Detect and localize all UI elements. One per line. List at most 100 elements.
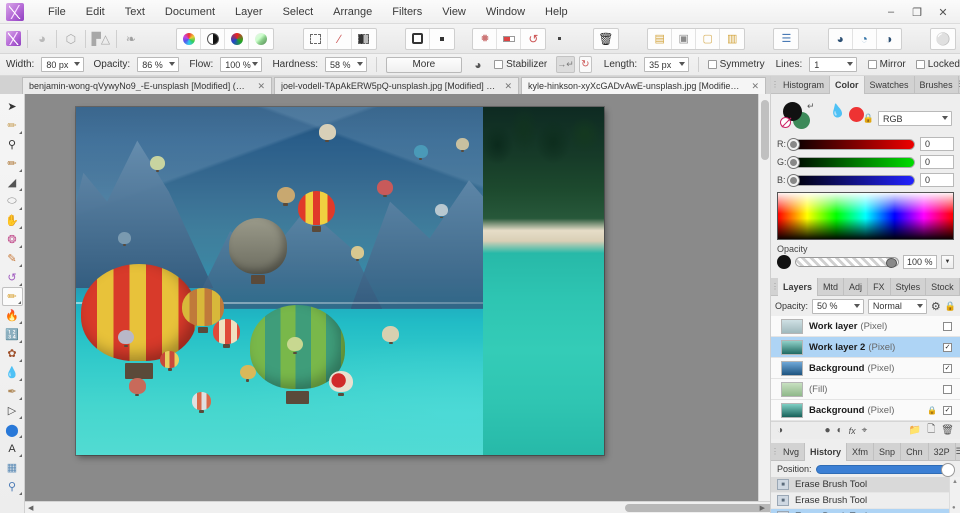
artistic-text-tool[interactable]: A	[2, 439, 23, 458]
delete-icon[interactable]: 🗑	[594, 29, 618, 49]
artboard[interactable]	[76, 107, 604, 455]
mesh-warp-tool[interactable]: ▦	[2, 458, 23, 477]
canvas-area[interactable]	[25, 94, 770, 513]
menu-item-arrange[interactable]: Arrange	[323, 3, 382, 21]
color-opacity-slider[interactable]	[795, 257, 899, 268]
more-options-icon[interactable]	[551, 28, 567, 50]
opacity-input[interactable]: 86 %	[137, 57, 180, 72]
menu-item-edit[interactable]: Edit	[76, 3, 115, 21]
color-spectrum-picker[interactable]	[777, 192, 954, 240]
menu-item-help[interactable]: Help	[535, 3, 578, 21]
symmetry-checkbox[interactable]: Symmetry	[707, 59, 765, 70]
merge-shapes-icon[interactable]: ◕	[829, 28, 853, 49]
tab-color[interactable]: Color	[830, 75, 865, 94]
channel-slider-b[interactable]	[788, 174, 915, 186]
locked-checkbox[interactable]: Locked	[915, 59, 960, 70]
live-filter-layer-icon[interactable]: ◐	[837, 425, 843, 436]
layer-row-work-layer-2[interactable]: Work layer 2 (Pixel) ✓	[771, 337, 960, 358]
selection-brush-tool[interactable]: ✋	[2, 211, 23, 230]
marquee-select-icon[interactable]	[304, 28, 328, 49]
rope-stabilizer-icon[interactable]: →↵	[556, 56, 575, 73]
paint-brush-tool[interactable]: ✏	[2, 154, 23, 173]
mask-layer-icon[interactable]: ◑	[777, 425, 783, 436]
tab-snapshots[interactable]: Snp	[874, 442, 902, 461]
menu-item-text[interactable]: Text	[115, 3, 155, 21]
new-layer-icon[interactable]: 🗋	[927, 422, 935, 439]
gear-icon[interactable]: ⚙	[931, 300, 941, 313]
adjustments-icon[interactable]	[201, 28, 226, 49]
undo-brush-tool[interactable]: ↺	[2, 268, 23, 287]
tab-stock[interactable]: Stock	[926, 277, 960, 296]
tab-fx[interactable]: FX	[868, 277, 891, 296]
maximize-button[interactable]: ❐	[904, 0, 930, 24]
layer-effects-icon[interactable]: fx	[849, 426, 856, 436]
color-picker-bar-icon[interactable]	[497, 28, 522, 49]
tone-mapping-persona-icon[interactable]: ▛△	[92, 28, 110, 50]
menu-item-filters[interactable]: Filters	[382, 3, 432, 21]
lines-input[interactable]: 1	[809, 57, 857, 72]
tab-navigator[interactable]: Nvg	[778, 442, 806, 461]
canvas-horizontal-scrollbar[interactable]: ◀ ▶	[25, 501, 855, 513]
menu-item-select[interactable]: Select	[273, 3, 324, 21]
move-to-back-icon[interactable]: ▥	[720, 29, 744, 49]
mask-icon[interactable]	[249, 29, 273, 49]
tab-layers[interactable]: Layers	[778, 277, 819, 296]
snapping-icon[interactable]: ✹	[473, 28, 498, 49]
document-tab-1[interactable]: benjamin-wong-qVywyNo9_-E-unsplash [Modi…	[22, 77, 272, 94]
flood-select-tool[interactable]: ❂	[2, 230, 23, 249]
more-button[interactable]: More	[385, 56, 462, 73]
live-filters-icon[interactable]	[225, 28, 250, 49]
hardness-input[interactable]: 58 %	[325, 57, 368, 72]
zoom-tool[interactable]: ⚲	[2, 477, 23, 496]
delete-layer-icon[interactable]: 🗑	[941, 425, 954, 436]
develop-persona-icon[interactable]: ⬡	[63, 28, 79, 50]
close-tab-icon[interactable]: ✕	[504, 81, 512, 92]
eyedropper-icon[interactable]: 💧	[828, 101, 847, 120]
layer-blend-mode-select[interactable]: Normal	[867, 298, 927, 314]
new-group-icon[interactable]: 📁	[909, 425, 921, 436]
selection-mask-icon[interactable]	[352, 29, 376, 49]
layer-opacity-input[interactable]: 50 %	[812, 298, 864, 314]
no-color-icon[interactable]	[780, 117, 791, 128]
color-opacity-dropdown[interactable]: ▼	[941, 255, 954, 269]
text-layer-icon[interactable]: ⌖	[862, 425, 868, 436]
channel-slider-g[interactable]	[788, 156, 915, 168]
crop-tool[interactable]: ⚲	[2, 135, 23, 154]
layer-visibility-checkbox[interactable]	[943, 321, 952, 331]
tab-styles[interactable]: Styles	[891, 277, 927, 296]
menu-item-view[interactable]: View	[432, 3, 476, 21]
account-icon[interactable]: ⚪	[931, 29, 955, 49]
window-stabilizer-icon[interactable]: ↻	[578, 56, 592, 73]
layer-row-work-layer[interactable]: Work layer (Pixel)	[771, 316, 960, 337]
export-persona-icon[interactable]: ❧	[123, 28, 139, 50]
align-icon[interactable]: ☰	[774, 29, 798, 49]
tab-mtd[interactable]: Mtd	[818, 277, 845, 296]
menu-item-document[interactable]: Document	[155, 3, 225, 21]
color-opacity-value[interactable]: 100 %	[903, 255, 937, 269]
tab-transform[interactable]: Xfm	[847, 442, 875, 461]
color-picker-tool[interactable]: ✏	[2, 116, 23, 135]
tab-swatches[interactable]: Swatches	[865, 75, 915, 94]
paint-mixer-tool[interactable]: ✎	[2, 249, 23, 268]
width-input[interactable]: 80 px	[41, 57, 84, 72]
menu-item-layer[interactable]: Layer	[225, 3, 273, 21]
history-entry-1[interactable]: ■ Erase Brush Tool	[771, 477, 960, 493]
subtract-shapes-icon[interactable]: ◔	[853, 28, 877, 49]
canvas-vertical-scrollbar[interactable]	[758, 94, 770, 501]
history-entry-3[interactable]: ■ Erase Brush Tool	[771, 509, 960, 513]
scroll-right-arrow[interactable]: ▶	[757, 504, 768, 512]
color-mode-select[interactable]: RGB	[878, 111, 952, 126]
ellipse-shape-tool[interactable]: ⬤	[2, 420, 23, 439]
lock-icon[interactable]: 🔒	[945, 301, 956, 312]
tab-adj[interactable]: Adj	[844, 277, 869, 296]
refine-selection-icon[interactable]: ∕	[328, 28, 352, 49]
tab-brushes[interactable]: Brushes	[915, 75, 959, 94]
stabilizer-checkbox[interactable]: Stabilizer	[494, 59, 547, 70]
vertical-scroll-thumb[interactable]	[761, 100, 769, 160]
photo-persona-icon[interactable]	[5, 28, 21, 50]
blur-brush-tool[interactable]: 💧	[2, 363, 23, 382]
tab-channels[interactable]: Chn	[901, 442, 929, 461]
adjustment-layer-icon[interactable]: ●	[825, 425, 831, 436]
flow-input[interactable]: 100 %	[220, 57, 263, 72]
close-tab-icon[interactable]: ✕	[751, 81, 759, 92]
